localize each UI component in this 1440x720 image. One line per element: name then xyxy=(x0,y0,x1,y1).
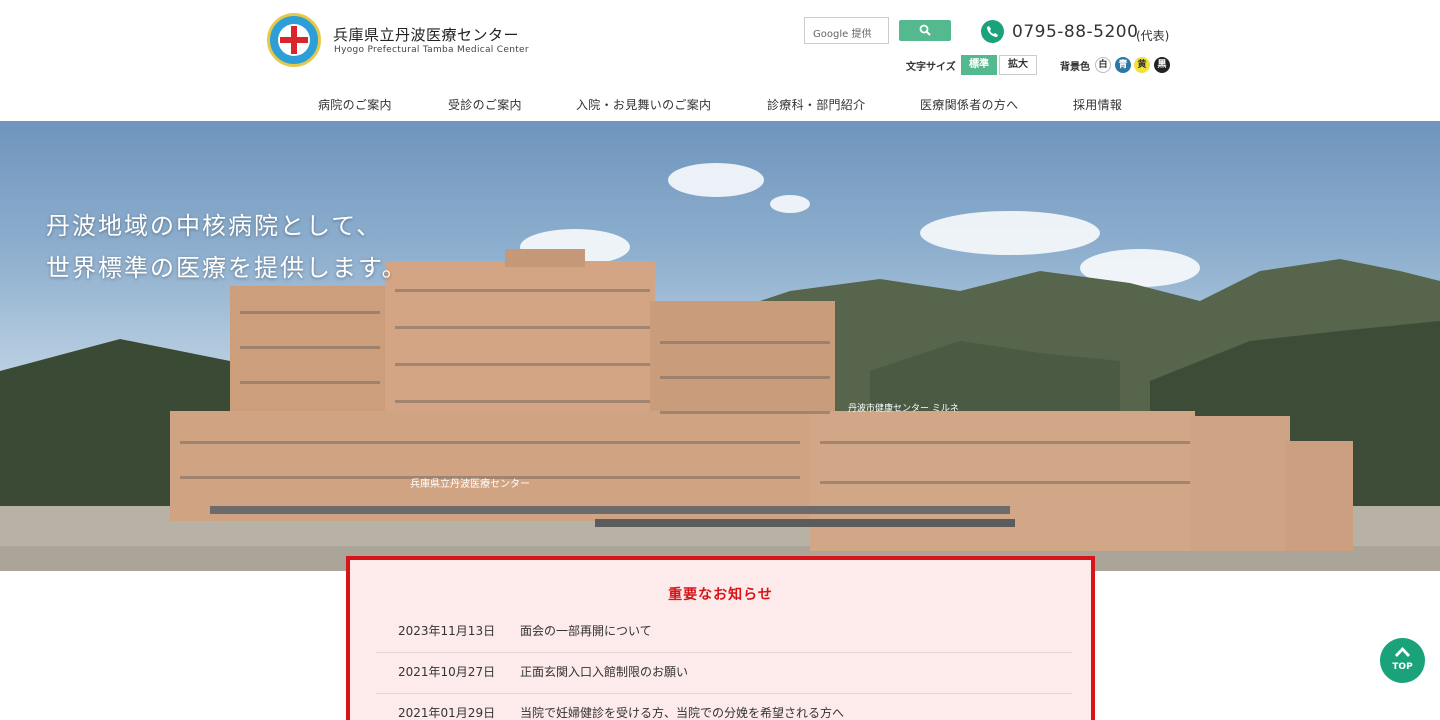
notice-link[interactable]: 当院で妊婦健診を受ける方、当院での分娩を希望される方へ xyxy=(520,704,844,720)
building-sign-main: 兵庫県立丹波医療センター xyxy=(410,477,530,490)
nav-item-medical-professionals[interactable]: 医療関係者の方へ xyxy=(920,96,1018,113)
site-title[interactable]: 兵庫県立丹波医療センター xyxy=(333,24,519,45)
notice-title: 重要なお知らせ xyxy=(668,587,773,603)
notice-link[interactable]: 面会の一部再開について xyxy=(520,622,652,639)
bg-yellow-button[interactable]: 黄 xyxy=(1134,57,1150,73)
background-color-label: 背景色 xyxy=(1060,62,1090,73)
building-sign-health-center: 丹波市健康センター ミルネ xyxy=(848,402,959,414)
global-nav: 病院のご案内 受診のご案内 入院・お見舞いのご案内 診療科・部門紹介 医療関係者… xyxy=(0,90,1440,120)
font-size-label: 文字サイズ xyxy=(906,62,956,73)
bg-black-button[interactable]: 黒 xyxy=(1154,57,1170,73)
phone-note: (代表) xyxy=(1136,29,1170,43)
site-header: 兵庫県立丹波医療センター Hyogo Prefectural Tamba Med… xyxy=(0,0,1440,121)
phone-icon xyxy=(981,20,1004,43)
notice-item[interactable]: 2021年10月27日 正面玄関入口入館制限のお願い xyxy=(376,653,1072,694)
emblem-cross-horizontal xyxy=(280,37,308,43)
chevron-up-icon xyxy=(1394,646,1411,657)
bg-white-button[interactable]: 白 xyxy=(1095,57,1111,73)
hero-scenery: 兵庫県立丹波医療センター 丹波市健康センター ミルネ xyxy=(0,249,1440,571)
search-input[interactable]: Google 提供 xyxy=(804,17,889,44)
notice-date: 2021年10月27日 xyxy=(398,665,496,679)
notice-date: 2023年11月13日 xyxy=(398,624,496,638)
hero-line-1: 丹波地域の中核病院として、 xyxy=(46,212,383,240)
nav-item-hospital-guide[interactable]: 病院のご案内 xyxy=(318,96,392,113)
hospital-emblem-icon[interactable] xyxy=(267,13,321,67)
notice-item[interactable]: 2021年01月29日 当院で妊婦健診を受ける方、当院での分娩を希望される方へ xyxy=(376,694,1072,720)
bg-blue-button[interactable]: 青 xyxy=(1115,57,1131,73)
hero-banner: 兵庫県立丹波医療センター 丹波市健康センター ミルネ 丹波地域の中核病院として、… xyxy=(0,121,1440,571)
font-size-large-button[interactable]: 拡大 xyxy=(999,55,1037,75)
search-icon xyxy=(919,24,931,36)
nav-item-inpatient-guide[interactable]: 入院・お見舞いのご案内 xyxy=(576,96,711,113)
notice-date: 2021年01月29日 xyxy=(398,706,496,720)
back-to-top-button[interactable]: TOP xyxy=(1380,638,1425,683)
nav-item-outpatient-guide[interactable]: 受診のご案内 xyxy=(448,96,522,113)
site-subtitle: Hyogo Prefectural Tamba Medical Center xyxy=(334,45,529,55)
phone-number[interactable]: 0795-88-5200 xyxy=(1012,22,1138,42)
back-to-top-label: TOP xyxy=(1392,662,1413,672)
nav-item-departments[interactable]: 診療科・部門紹介 xyxy=(767,96,865,113)
notice-link[interactable]: 正面玄関入口入館制限のお願い xyxy=(520,663,688,680)
notice-item[interactable]: 2023年11月13日 面会の一部再開について xyxy=(376,612,1072,653)
hero-line-2: 世界標準の医療を提供します。 xyxy=(46,254,408,282)
font-size-standard-button[interactable]: 標準 xyxy=(961,55,997,75)
important-notice-panel: 重要なお知らせ 2023年11月13日 面会の一部再開について 2021年10月… xyxy=(346,556,1095,720)
search-button[interactable] xyxy=(899,20,951,41)
hero-catchcopy: 丹波地域の中核病院として、 世界標準の医療を提供します。 xyxy=(46,205,408,289)
nav-item-recruitment[interactable]: 採用情報 xyxy=(1073,96,1122,113)
